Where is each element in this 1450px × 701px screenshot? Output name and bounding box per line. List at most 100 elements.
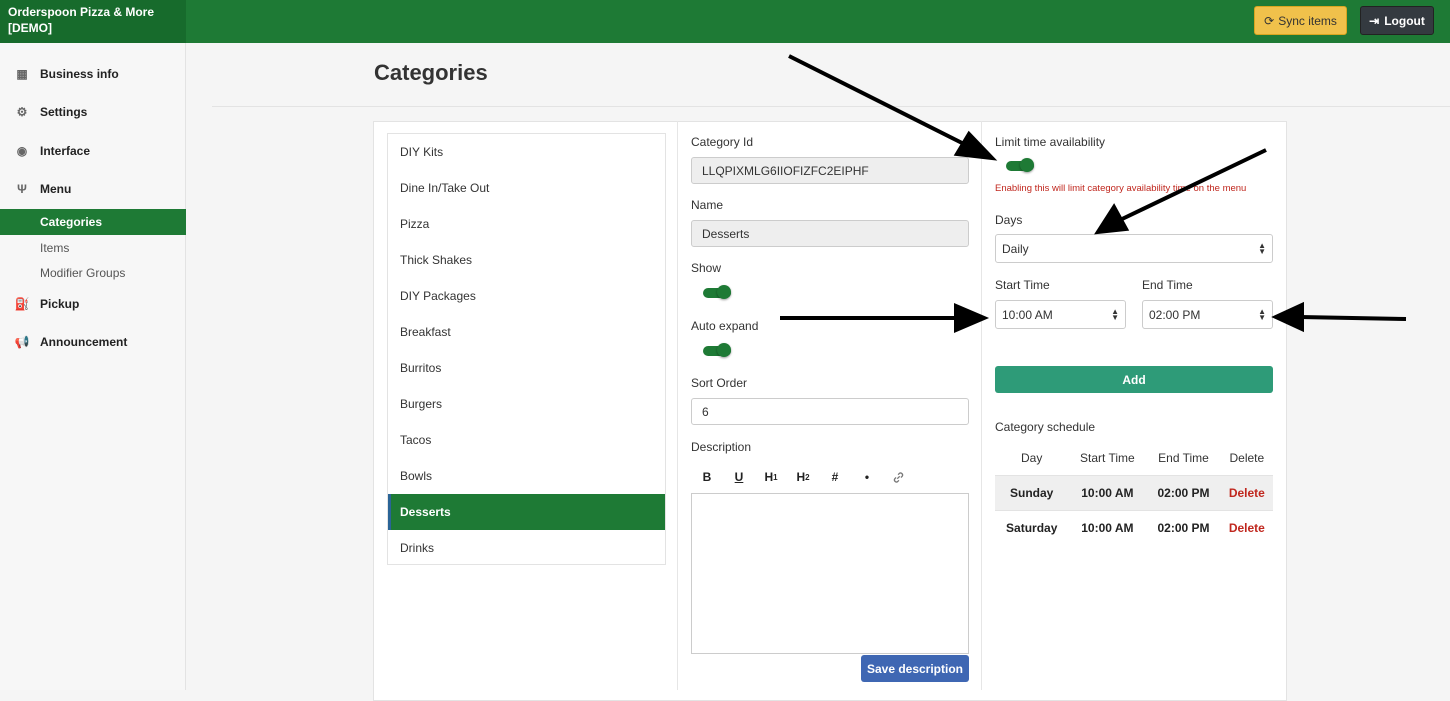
category-list: DIY Kits Dine In/Take Out Pizza Thick Sh…	[387, 133, 666, 565]
utensils-icon: Ψ	[17, 182, 27, 196]
list-item[interactable]: Burritos	[388, 350, 665, 386]
title-divider	[212, 106, 1450, 107]
toggle-knob	[717, 285, 731, 299]
limit-time-warning: Enabling this will limit category availa…	[995, 183, 1247, 194]
show-label: Show	[691, 261, 722, 275]
sync-items-button[interactable]: ⟳ Sync items	[1254, 6, 1347, 35]
sidebar-item-categories[interactable]: Categories	[0, 209, 186, 235]
toggle-knob	[717, 343, 731, 357]
column-divider	[981, 121, 982, 690]
auto-expand-label: Auto expand	[691, 319, 759, 333]
select-arrows-icon: ▲ ▼	[1111, 306, 1119, 322]
logout-label: Logout	[1384, 13, 1425, 28]
list-item[interactable]: Burgers	[388, 386, 665, 422]
row-start: 10:00 AM	[1068, 509, 1147, 545]
link-glyph	[893, 471, 903, 483]
start-time-select[interactable]: 10:00 AM ▲ ▼	[995, 300, 1126, 329]
logout-icon: ⇥	[1369, 13, 1380, 28]
row-day: Sunday	[995, 474, 1069, 510]
end-time-value: 02:00 PM	[1149, 307, 1201, 322]
sidebar-item-label: Business info	[40, 67, 119, 81]
name-label: Name	[691, 198, 724, 212]
sidebar-item-interface[interactable]: ◉ Interface	[0, 138, 186, 164]
list-item[interactable]: DIY Kits	[388, 134, 665, 170]
sidebar-item-business-info[interactable]: ▦ Business info	[0, 61, 186, 87]
column-header-start: Start Time	[1080, 451, 1135, 466]
link-icon[interactable]	[889, 468, 907, 486]
limit-time-toggle[interactable]	[1006, 158, 1034, 172]
add-schedule-button[interactable]: Add	[995, 366, 1273, 393]
select-arrows-icon: ▲ ▼	[1258, 306, 1266, 322]
table-row: Saturday 10:00 AM 02:00 PM Delete	[995, 509, 1273, 545]
sidebar-item-modifier-groups[interactable]: Modifier Groups	[0, 260, 186, 286]
megaphone-icon: 📢	[14, 335, 30, 349]
list-item[interactable]: Pizza	[388, 206, 665, 242]
heading2-button[interactable]: H2	[794, 468, 812, 486]
row-start: 10:00 AM	[1068, 474, 1147, 510]
save-description-button[interactable]: Save description	[861, 655, 969, 682]
sync-items-label: Sync items	[1278, 13, 1337, 28]
category-id-field: LLQPIXMLG6IIOFIZFC2EIPHF	[691, 157, 969, 184]
list-item[interactable]: Breakfast	[388, 314, 665, 350]
category-schedule-label: Category schedule	[995, 420, 1096, 434]
column-header-delete: Delete	[1229, 451, 1265, 466]
sidebar-item-settings[interactable]: ⚙ Settings	[0, 99, 186, 125]
column-divider	[677, 121, 678, 690]
brand: Orderspoon Pizza & More [DEMO]	[0, 0, 186, 43]
table-header-row: Day Start Time End Time Delete	[995, 442, 1273, 475]
days-value: Daily	[1002, 241, 1029, 256]
schedule-table: Day Start Time End Time Delete Sunday 10…	[995, 442, 1273, 545]
sync-icon: ⟳	[1264, 13, 1275, 28]
row-end: 02:00 PM	[1146, 509, 1221, 545]
list-item[interactable]: Bowls	[388, 458, 665, 494]
heading2-sub: 2	[805, 472, 810, 482]
category-id-label: Category Id	[691, 135, 754, 149]
brand-tag: [DEMO]	[8, 21, 52, 35]
limit-time-label: Limit time availability	[995, 135, 1106, 149]
row-end: 02:00 PM	[1146, 474, 1221, 510]
list-item[interactable]: Dine In/Take Out	[388, 170, 665, 206]
name-field: Desserts	[691, 220, 969, 247]
sidebar-item-pickup[interactable]: ⛽ Pickup	[0, 291, 186, 317]
column-header-end: End Time	[1158, 451, 1209, 466]
list-item[interactable]: Tacos	[388, 422, 665, 458]
list-item[interactable]: Thick Shakes	[388, 242, 665, 278]
delete-link[interactable]: Delete	[1220, 509, 1273, 545]
bold-button[interactable]: B	[698, 468, 716, 486]
top-bar	[0, 0, 1450, 43]
select-arrows-icon: ▲ ▼	[1258, 240, 1266, 256]
auto-expand-toggle[interactable]	[703, 343, 731, 357]
list-item-selected[interactable]: Desserts	[388, 494, 665, 530]
start-time-label: Start Time	[995, 278, 1050, 292]
building-icon: ▦	[16, 67, 28, 81]
heading1-sub: 1	[773, 472, 778, 482]
end-time-select[interactable]: 02:00 PM ▲ ▼	[1142, 300, 1273, 329]
list-item[interactable]: Drinks	[388, 530, 665, 566]
logout-button[interactable]: ⇥ Logout	[1360, 6, 1434, 35]
numbered-list-button[interactable]: #	[826, 468, 844, 486]
toggle-knob	[1020, 158, 1034, 172]
delete-link[interactable]: Delete	[1220, 474, 1273, 510]
table-row: Sunday 10:00 AM 02:00 PM Delete	[995, 474, 1273, 510]
sidebar-item-label: Interface	[40, 144, 91, 158]
description-editor[interactable]	[691, 493, 969, 654]
show-toggle[interactable]	[703, 285, 731, 299]
days-label: Days	[995, 213, 1023, 227]
start-time-value: 10:00 AM	[1002, 307, 1053, 322]
pickup-icon: ⛽	[14, 297, 30, 311]
list-item[interactable]: DIY Packages	[388, 278, 665, 314]
sidebar-item-label: Pickup	[40, 297, 80, 311]
sort-order-input[interactable]: 6	[691, 398, 969, 425]
sidebar-item-menu[interactable]: Ψ Menu	[0, 176, 186, 202]
underline-button[interactable]: U	[730, 468, 748, 486]
bullet-list-button[interactable]: •	[858, 468, 876, 486]
brand-name: Orderspoon Pizza & More	[8, 5, 155, 19]
days-select[interactable]: Daily ▲ ▼	[995, 234, 1273, 263]
heading1-button[interactable]: H1	[762, 468, 780, 486]
page-title: Categories	[374, 60, 488, 85]
sidebar-item-label: Settings	[40, 105, 88, 119]
sidebar-item-announcement[interactable]: 📢 Announcement	[0, 329, 186, 355]
sidebar-item-items[interactable]: Items	[0, 235, 186, 261]
arrow-end-time	[1299, 315, 1407, 321]
heading1-label: H	[764, 470, 774, 484]
